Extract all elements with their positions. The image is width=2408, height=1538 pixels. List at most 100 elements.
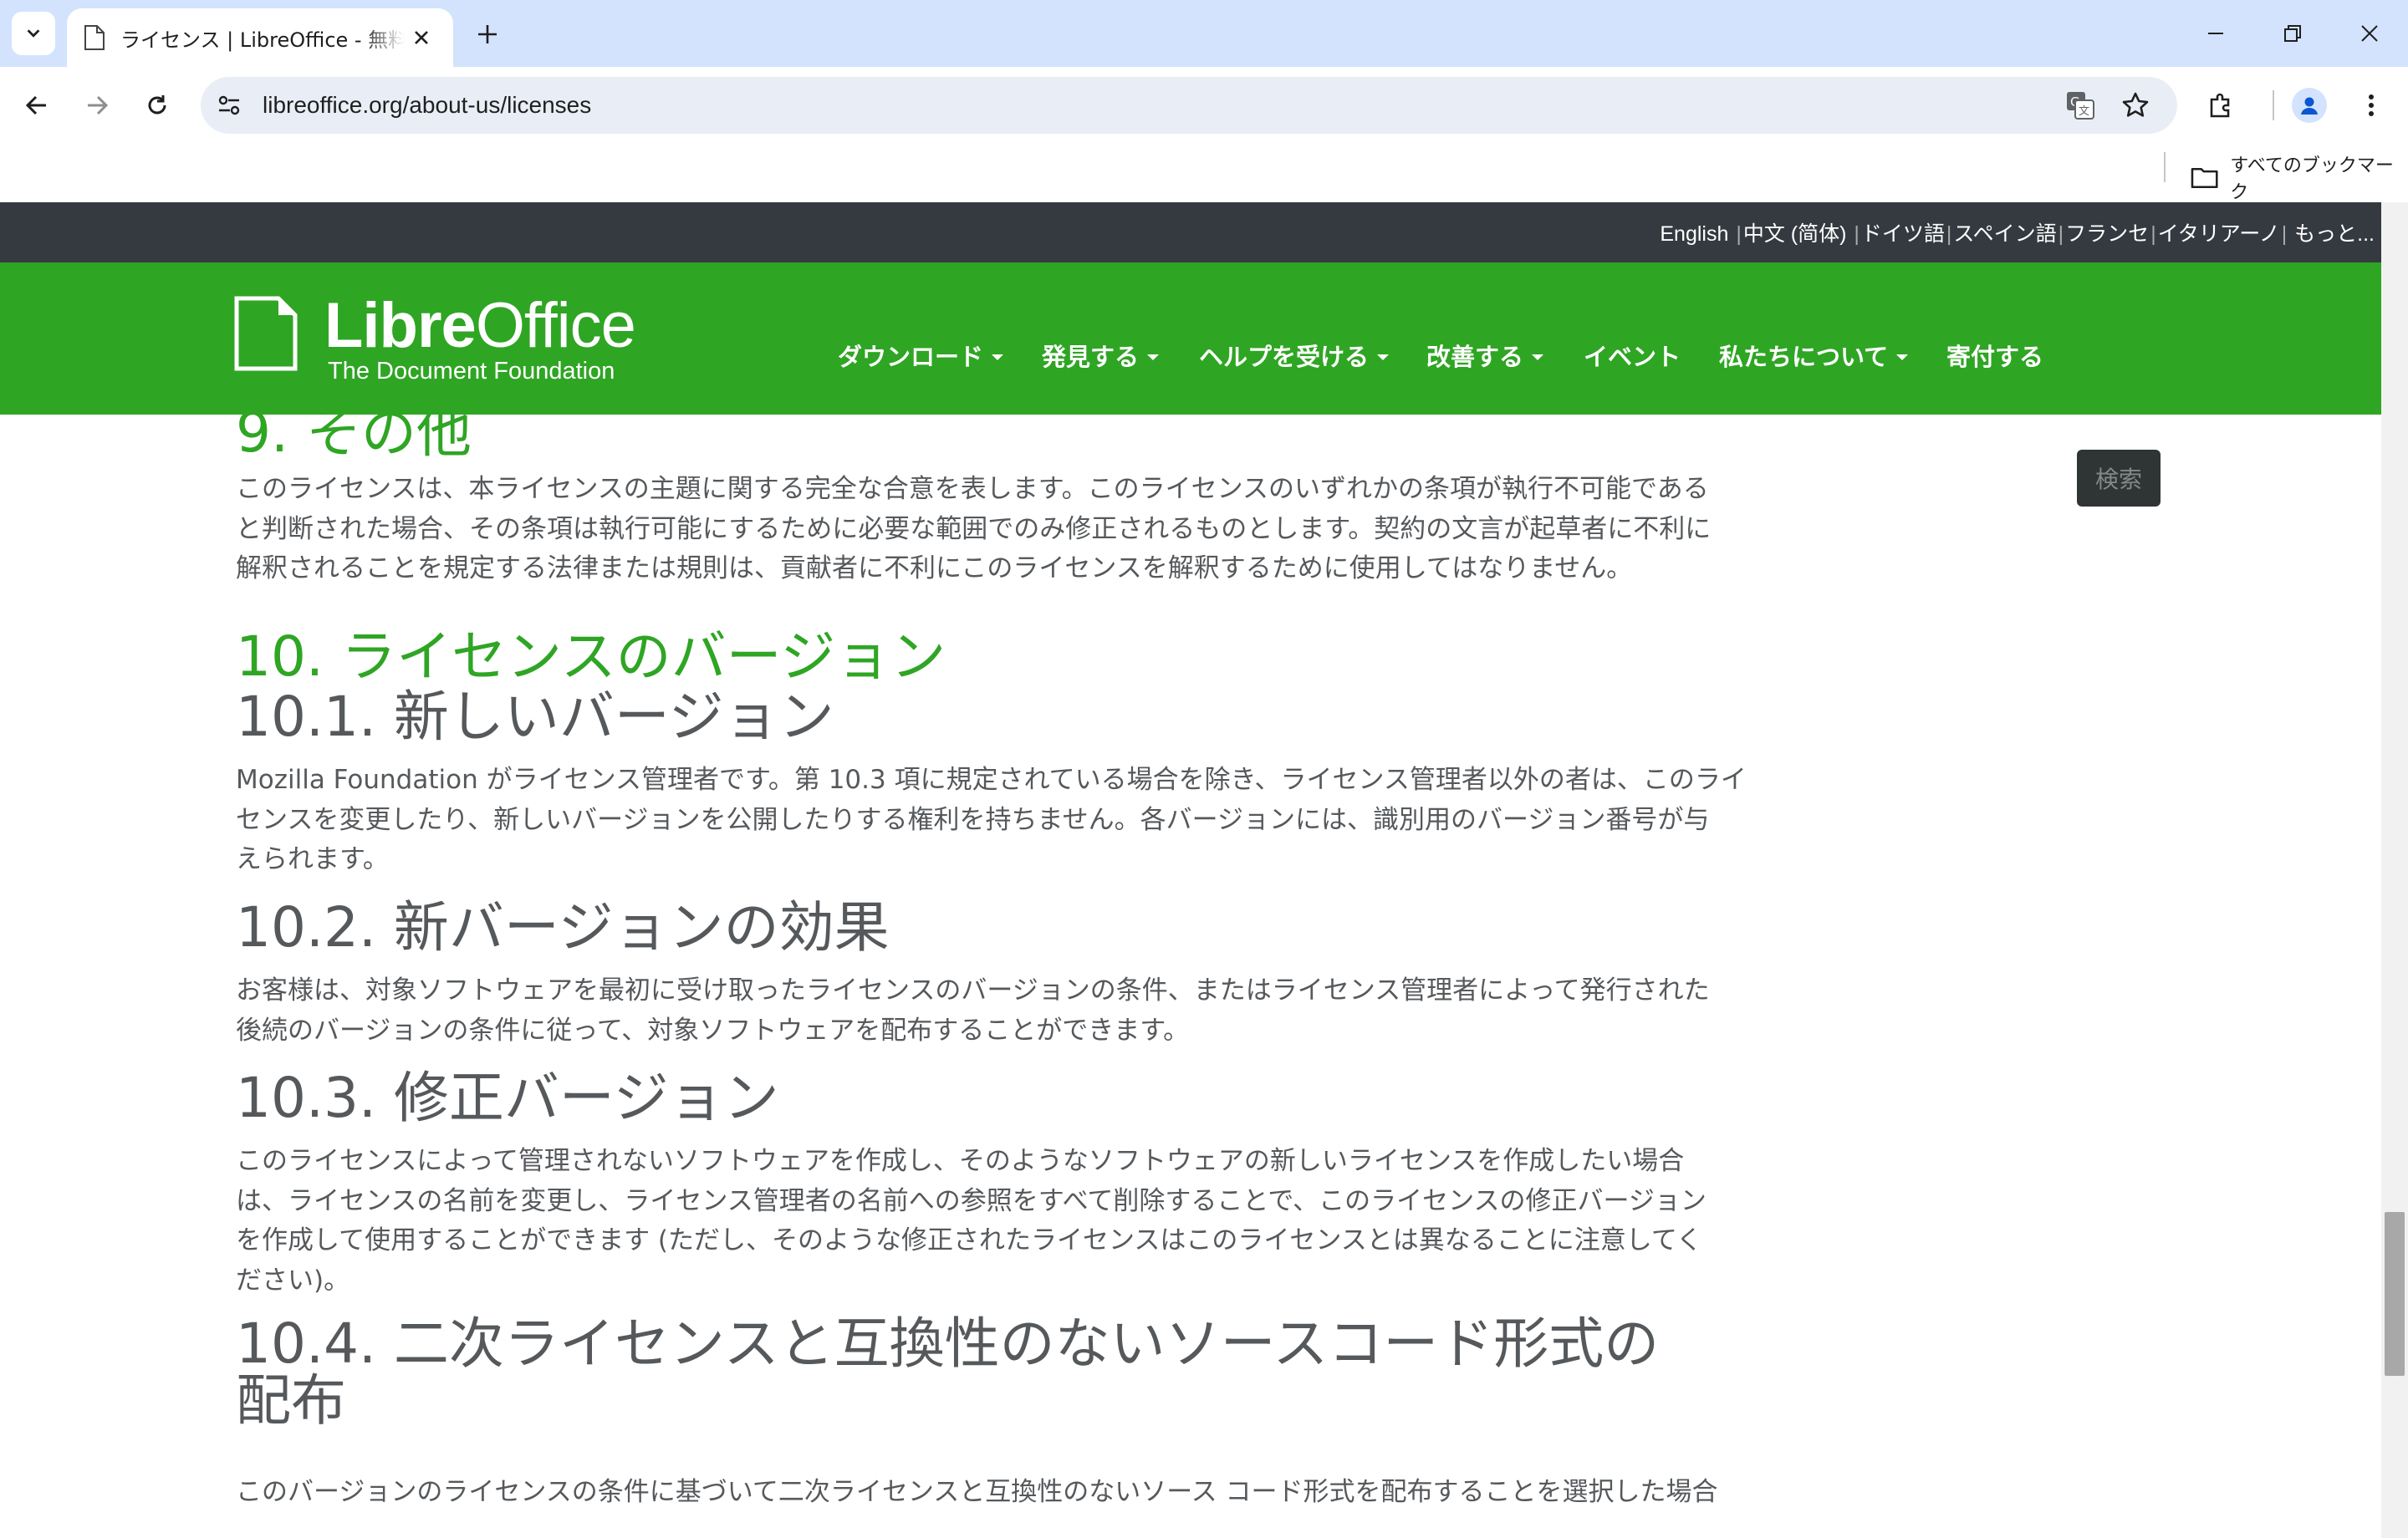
- browser-toolbar: libreoffice.org/about-us/licenses G文: [0, 67, 2408, 144]
- nav-about-us-label: 私たちについて: [1719, 343, 1889, 371]
- close-window-button[interactable]: [2344, 15, 2395, 52]
- lang-link-french[interactable]: フランセ: [2065, 222, 2149, 246]
- heading-line: 配布: [236, 1368, 346, 1433]
- browser-tab-active[interactable]: ライセンス | LibreOffice - 無料のプ: [67, 8, 453, 67]
- extensions-button[interactable]: [2199, 84, 2242, 127]
- new-tab-button[interactable]: [468, 15, 507, 53]
- site-search-button[interactable]: 検索: [2077, 450, 2161, 507]
- heading-line: 10.4. 二次ライセンスと互換性のないソースコード形式の: [236, 1311, 1660, 1376]
- address-bar[interactable]: libreoffice.org/about-us/licenses G文: [201, 77, 2177, 134]
- lang-link-more[interactable]: もっと...: [2294, 222, 2375, 246]
- scrollbar-thumb[interactable]: [2385, 1212, 2405, 1376]
- paragraph-line: Mozilla Foundation がライセンス管理者です。第 10.3 項に…: [236, 765, 1747, 795]
- minimize-icon: [2208, 33, 2223, 34]
- site-info-icon[interactable]: [212, 89, 246, 122]
- close-icon: [2361, 25, 2378, 42]
- folder-icon: [2191, 167, 2218, 189]
- restore-button[interactable]: [2268, 15, 2318, 52]
- site-search-label: 検索: [2094, 466, 2142, 493]
- chevron-down-icon: [27, 29, 40, 38]
- section-9-paragraph: このライセンスは、本ライセンスの主題に関する完全な合意を表します。このライセンス…: [236, 470, 1766, 589]
- nav-download[interactable]: ダウンロード: [838, 338, 1004, 373]
- bookmarks-bar: すべてのブックマーク: [0, 144, 2408, 204]
- restore-icon: [2284, 25, 2301, 42]
- paragraph-line: このライセンスは、本ライセンスの主題に関する完全な合意を表します。このライセンス…: [236, 474, 1709, 504]
- page-scrollbar[interactable]: [2381, 202, 2408, 1538]
- section-10-3-paragraph: このライセンスによって管理されないソフトウェアを作成し、そのようなソフトウェアの…: [236, 1142, 1766, 1301]
- site-logo[interactable]: LibreOffice The Document Foundation: [234, 294, 636, 385]
- tab-close-button[interactable]: [405, 21, 438, 54]
- paragraph-line: お客様は、対象ソフトウェアを最初に受け取ったライセンスのバージョンの条件、または…: [236, 975, 1710, 1006]
- lang-link-english[interactable]: English: [1660, 222, 1728, 246]
- svg-text:文: 文: [2079, 105, 2089, 118]
- nav-get-help[interactable]: ヘルプを受ける: [1199, 338, 1390, 373]
- tab-title: ライセンス | LibreOffice - 無料のプ: [120, 28, 405, 52]
- page-icon: [84, 25, 105, 50]
- nav-donate-label: 寄付する: [1946, 343, 2044, 371]
- plus-icon: [478, 25, 497, 43]
- site-header: LibreOffice The Document Foundation ダウンロ…: [0, 262, 2381, 415]
- all-bookmarks-label: すべてのブックマーク: [2230, 155, 2394, 203]
- nav-events[interactable]: イベント: [1584, 338, 1681, 373]
- forward-button[interactable]: [75, 84, 119, 127]
- logo-text: LibreOffice The Document Foundation: [324, 294, 636, 385]
- section-10-2-heading: 10.2. 新バージョンの効果: [236, 895, 890, 960]
- lang-link-spanish[interactable]: スペイン語: [1953, 222, 2056, 246]
- reload-icon: [148, 95, 166, 115]
- language-links: English |中文 (简体) |ドイツ語|スペイン語|フランセ|イタリアーノ…: [1660, 222, 2375, 246]
- web-page: English |中文 (简体) |ドイツ語|スペイン語|フランセ|イタリアーノ…: [0, 202, 2381, 1538]
- section-10-4-paragraph: このバージョンのライセンスの条件に基づいて二次ライセンスと互換性のないソース コ…: [236, 1473, 1766, 1513]
- document-logo-icon: [234, 296, 298, 371]
- caret-down-icon: [1147, 354, 1160, 360]
- all-bookmarks-button[interactable]: すべてのブックマーク: [2191, 150, 2408, 204]
- lang-link-german[interactable]: ドイツ語: [1861, 222, 1945, 246]
- logo-main-bold: Libre: [324, 290, 477, 361]
- paragraph-line: と判断された場合、その条項は執行可能にするために必要な範囲でのみ修正されるものと…: [236, 513, 1712, 544]
- paragraph-line: は、ライセンスの名前を変更し、ライセンス管理者の名前への参照をすべて削除すること…: [236, 1185, 1707, 1216]
- back-button[interactable]: [15, 84, 59, 127]
- nav-discover-label: 発見する: [1042, 343, 1140, 371]
- lang-link-chinese[interactable]: 中文 (简体): [1743, 222, 1847, 246]
- bookmark-star-icon[interactable]: [2119, 89, 2152, 122]
- profile-button[interactable]: [2288, 84, 2331, 127]
- lang-link-italian[interactable]: イタリアーノ: [2158, 222, 2280, 246]
- section-10-1-heading: 10.1. 新しいバージョン: [236, 685, 834, 749]
- caret-down-icon: [992, 354, 1004, 360]
- nav-improve-label: 改善する: [1426, 343, 1524, 371]
- menu-button[interactable]: [2349, 84, 2393, 127]
- paragraph-line: 解釈されることを規定する法律または規則は、貢献者に不利にこのライセンスを解釈する…: [236, 553, 1633, 583]
- paragraph-line: えられます。: [236, 844, 389, 874]
- nav-donate[interactable]: 寄付する: [1946, 338, 2043, 373]
- arrow-right-icon: [88, 95, 109, 115]
- person-icon: [2301, 97, 2318, 115]
- minimize-button[interactable]: [2191, 15, 2241, 52]
- close-icon: [415, 31, 428, 44]
- paragraph-line: このライセンスによって管理されないソフトウェアを作成し、そのようなソフトウェアの…: [236, 1146, 1685, 1176]
- reload-button[interactable]: [135, 84, 179, 127]
- caret-down-icon: [1532, 354, 1544, 360]
- nav-get-help-label: ヘルプを受ける: [1199, 343, 1370, 371]
- arrow-left-icon: [25, 95, 46, 115]
- nav-about-us[interactable]: 私たちについて: [1719, 338, 1909, 373]
- paragraph-line: このバージョンのライセンスの条件に基づいて二次ライセンスと互換性のないソース コ…: [236, 1477, 1718, 1507]
- caret-down-icon: [1377, 354, 1390, 360]
- paragraph-line: 後続のバージョンの条件に従って、対象ソフトウェアを配布することができます。: [236, 1015, 1190, 1046]
- toolbar-divider: [2273, 90, 2274, 120]
- section-10-2-paragraph: お客様は、対象ソフトウェアを最初に受け取ったライセンスのバージョンの条件、または…: [236, 971, 1766, 1051]
- puzzle-icon: [2210, 93, 2230, 118]
- nav-improve[interactable]: 改善する: [1426, 338, 1544, 373]
- avatar: [2292, 88, 2327, 123]
- translate-icon[interactable]: G文: [2064, 89, 2097, 122]
- section-10-3-heading: 10.3. 修正バージョン: [236, 1066, 779, 1130]
- section-10-4-heading: 10.4. 二次ライセンスと互換性のないソースコード形式の 配布: [236, 1316, 1766, 1429]
- paragraph-line: センスを変更したり、新しいバージョンを公開したりする権利を持ちません。各バージョ…: [236, 804, 1710, 835]
- nav-download-label: ダウンロード: [838, 343, 984, 371]
- section-10-1-paragraph: Mozilla Foundation がライセンス管理者です。第 10.3 項に…: [236, 761, 1766, 880]
- paragraph-line: を作成して使用することができます (ただし、そのような修正されたライセンスはこの…: [236, 1225, 1702, 1255]
- bookmarks-divider: [2164, 152, 2166, 182]
- logo-main-light: Office: [475, 290, 636, 361]
- nav-discover[interactable]: 発見する: [1042, 338, 1160, 373]
- tab-search-button[interactable]: [12, 12, 55, 55]
- url-text: libreoffice.org/about-us/licenses: [263, 92, 592, 118]
- caret-down-icon: [1896, 354, 1909, 360]
